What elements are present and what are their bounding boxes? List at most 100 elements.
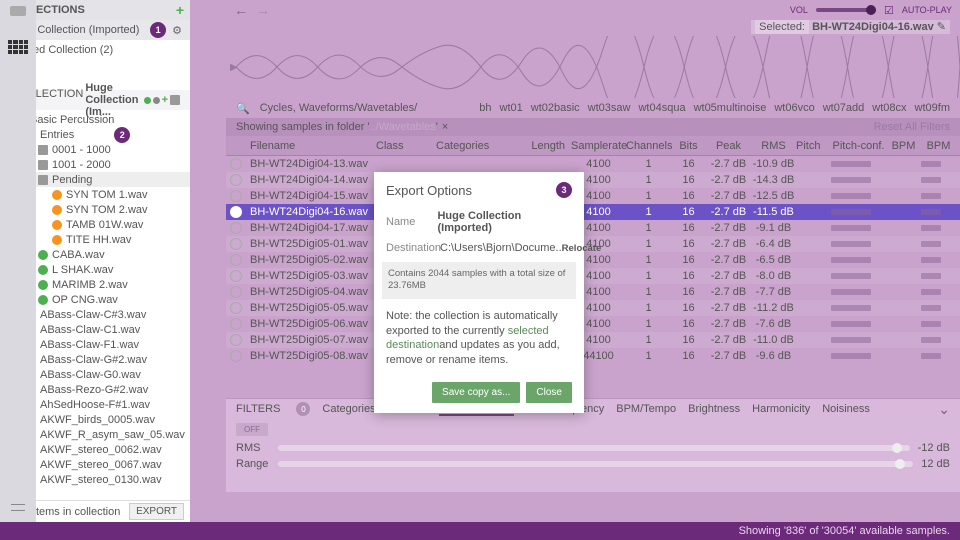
table-row[interactable]: BH-WT24Digi04-16.wav4100116-2.7 dB-11.5 … xyxy=(226,204,960,220)
table-row[interactable]: BH-WT25Digi05-05.wav4100116-2.7 dB-11.2 … xyxy=(226,300,960,316)
filter-tab[interactable]: Categories xyxy=(322,403,375,415)
back-icon[interactable]: ← xyxy=(234,2,248,18)
play-icon[interactable] xyxy=(230,206,242,218)
folder-icon xyxy=(38,175,48,185)
chevron-down-icon[interactable]: ⌄ xyxy=(938,401,950,418)
col-bpm2[interactable]: BPM xyxy=(921,140,956,152)
play-icon[interactable] xyxy=(230,238,242,250)
wavetable-tabs: bh wt01 wt02basic wt03saw wt04squa wt05multin… xyxy=(479,102,950,114)
table-row[interactable]: BH-WT25Digi05-03.wav4100116-2.7 dB-8.0 d… xyxy=(226,268,960,284)
file-icon xyxy=(38,280,48,290)
settings-icon[interactable] xyxy=(10,500,26,516)
file-icon xyxy=(52,190,62,200)
col-channels[interactable]: Channels xyxy=(626,140,671,152)
filter-tabs: FILTERS0 CategoriesFile InfoRMS/Loudness… xyxy=(226,399,960,419)
play-icon[interactable] xyxy=(230,174,242,186)
file-icon xyxy=(52,220,62,230)
close-button[interactable]: Close xyxy=(526,382,572,403)
disk-icon[interactable] xyxy=(10,6,26,16)
filter-count: 0 xyxy=(296,402,310,416)
play-icon[interactable] xyxy=(230,254,242,266)
col-rms[interactable]: RMS xyxy=(751,140,796,152)
play-icon[interactable] xyxy=(230,190,242,202)
file-icon xyxy=(52,205,62,215)
wavetable-tab[interactable]: wt04squa xyxy=(638,102,685,114)
filter-tab[interactable]: Noisiness xyxy=(822,403,870,415)
add-collection-icon[interactable]: + xyxy=(176,2,184,18)
autoplay-check-icon[interactable]: ☑ xyxy=(884,4,894,17)
search-icon[interactable]: 🔍 xyxy=(236,102,250,115)
col-pitch[interactable]: Pitch xyxy=(796,140,831,152)
export-summary: Contains 2044 samples with a total size … xyxy=(382,262,576,299)
play-icon[interactable] xyxy=(230,334,242,346)
table-row[interactable]: BH-WT25Digi05-08.wavOneShotWood Hits00:0… xyxy=(226,348,960,364)
grid-icon[interactable] xyxy=(8,40,28,54)
wavetable-tab[interactable]: bh xyxy=(479,102,491,114)
col-categories[interactable]: Categories xyxy=(436,140,516,152)
col-length[interactable]: Length xyxy=(516,140,571,152)
play-icon[interactable] xyxy=(230,222,242,234)
selected-bar: Selected: BH-WT24Digi04-16.wav ✎ xyxy=(226,20,960,36)
wavetable-tab[interactable]: wt02basic xyxy=(531,102,580,114)
table-row[interactable]: BH-WT24Digi04-13.wav4100116-2.7 dB-10.9 … xyxy=(226,156,960,172)
wavetable-tab[interactable]: wt07add xyxy=(823,102,865,114)
relocate-button[interactable]: Relocate xyxy=(562,243,602,254)
export-name: Huge Collection (Imported) xyxy=(437,210,572,234)
table-row[interactable]: BH-WT25Digi05-04.wav4100116-2.7 dB-7.7 d… xyxy=(226,284,960,300)
col-filename[interactable]: Filename xyxy=(246,140,376,152)
table-row[interactable]: BH-WT25Digi05-02.wav4100116-2.7 dB-6.5 d… xyxy=(226,252,960,268)
play-icon[interactable] xyxy=(230,302,242,314)
wavetable-tab[interactable]: wt03saw xyxy=(588,102,631,114)
clear-filter-icon[interactable]: × xyxy=(442,121,448,133)
filter-tab[interactable]: Harmonicity xyxy=(752,403,810,415)
save-copy-button[interactable]: Save copy as... xyxy=(432,382,520,403)
play-icon[interactable] xyxy=(230,318,242,330)
waveform[interactable]: ▶ xyxy=(226,36,960,98)
file-icon xyxy=(38,250,48,260)
off-toggle[interactable]: OFF xyxy=(236,423,268,436)
col-pitchconf[interactable]: Pitch-conf. xyxy=(831,140,886,152)
play-icon[interactable]: ▶ xyxy=(230,62,238,73)
rms-slider: RMS -12 dB xyxy=(226,440,960,456)
filter-tab[interactable]: Brightness xyxy=(688,403,740,415)
table-row[interactable]: BH-WT24Digi04-17.wav4100116-2.7 dB-9.1 d… xyxy=(226,220,960,236)
wavetable-tab[interactable]: wt09fm xyxy=(915,102,950,114)
table-row[interactable]: BH-WT25Digi05-06.wav4100116-2.7 dB-7.6 d… xyxy=(226,316,960,332)
range-slider: Range 12 dB xyxy=(226,456,960,472)
col-samplerate[interactable]: Samplerate xyxy=(571,140,626,152)
col-class[interactable]: Class xyxy=(376,140,436,152)
forward-icon[interactable]: → xyxy=(256,2,270,18)
wavetable-tab[interactable]: wt01 xyxy=(500,102,523,114)
wavetable-tab[interactable]: wt08cx xyxy=(872,102,906,114)
table-row[interactable]: BH-WT24Digi04-14.wav4100116-2.7 dB-14.3 … xyxy=(226,172,960,188)
status-bar: Showing '836' of '30054' available sampl… xyxy=(0,522,960,540)
export-dest: C:\Users\Bjorn\Docume.. xyxy=(440,242,562,254)
volume-slider[interactable] xyxy=(816,8,876,12)
col-peak[interactable]: Peak xyxy=(706,140,751,152)
modal-title: Export Options xyxy=(386,183,472,198)
table-row[interactable]: BH-WT25Digi05-07.wav4100116-2.7 dB-11.0 … xyxy=(226,332,960,348)
table-row[interactable]: BH-WT24Digi04-15.wav4100116-2.7 dB-12.5 … xyxy=(226,188,960,204)
autoplay-label: AUTO-PLAY xyxy=(902,5,952,15)
filter-tab[interactable]: BPM/Tempo xyxy=(616,403,676,415)
selected-file: BH-WT24Digi04-16.wav xyxy=(812,21,934,33)
play-icon[interactable] xyxy=(230,158,242,170)
play-icon[interactable] xyxy=(230,270,242,282)
play-icon[interactable] xyxy=(230,286,242,298)
status-text: Showing '836' of '30054' available sampl… xyxy=(739,525,950,537)
folder-icon[interactable] xyxy=(170,95,180,105)
rms-value: -12 dB xyxy=(918,442,950,454)
gear-icon[interactable]: ⚙ xyxy=(172,24,182,37)
folder-icon xyxy=(38,145,48,155)
filter-line: Showing samples in folder '../Wavetables… xyxy=(226,118,960,136)
breadcrumb: 🔍 Cycles, Waveforms/Wavetables/ bh wt01 wt… xyxy=(226,98,960,118)
add-icon[interactable]: + xyxy=(162,94,168,106)
reset-filters[interactable]: Reset All Filters xyxy=(874,121,950,133)
play-icon[interactable] xyxy=(230,350,242,362)
wavetable-tab[interactable]: wt06vco xyxy=(774,102,814,114)
col-bits[interactable]: Bits xyxy=(671,140,706,152)
wavetable-tab[interactable]: wt05multinoise xyxy=(694,102,767,114)
col-bpm[interactable]: BPM xyxy=(886,140,921,152)
export-button[interactable]: EXPORT xyxy=(129,503,184,520)
crumb-path[interactable]: Cycles, Waveforms/Wavetables/ xyxy=(260,102,418,114)
